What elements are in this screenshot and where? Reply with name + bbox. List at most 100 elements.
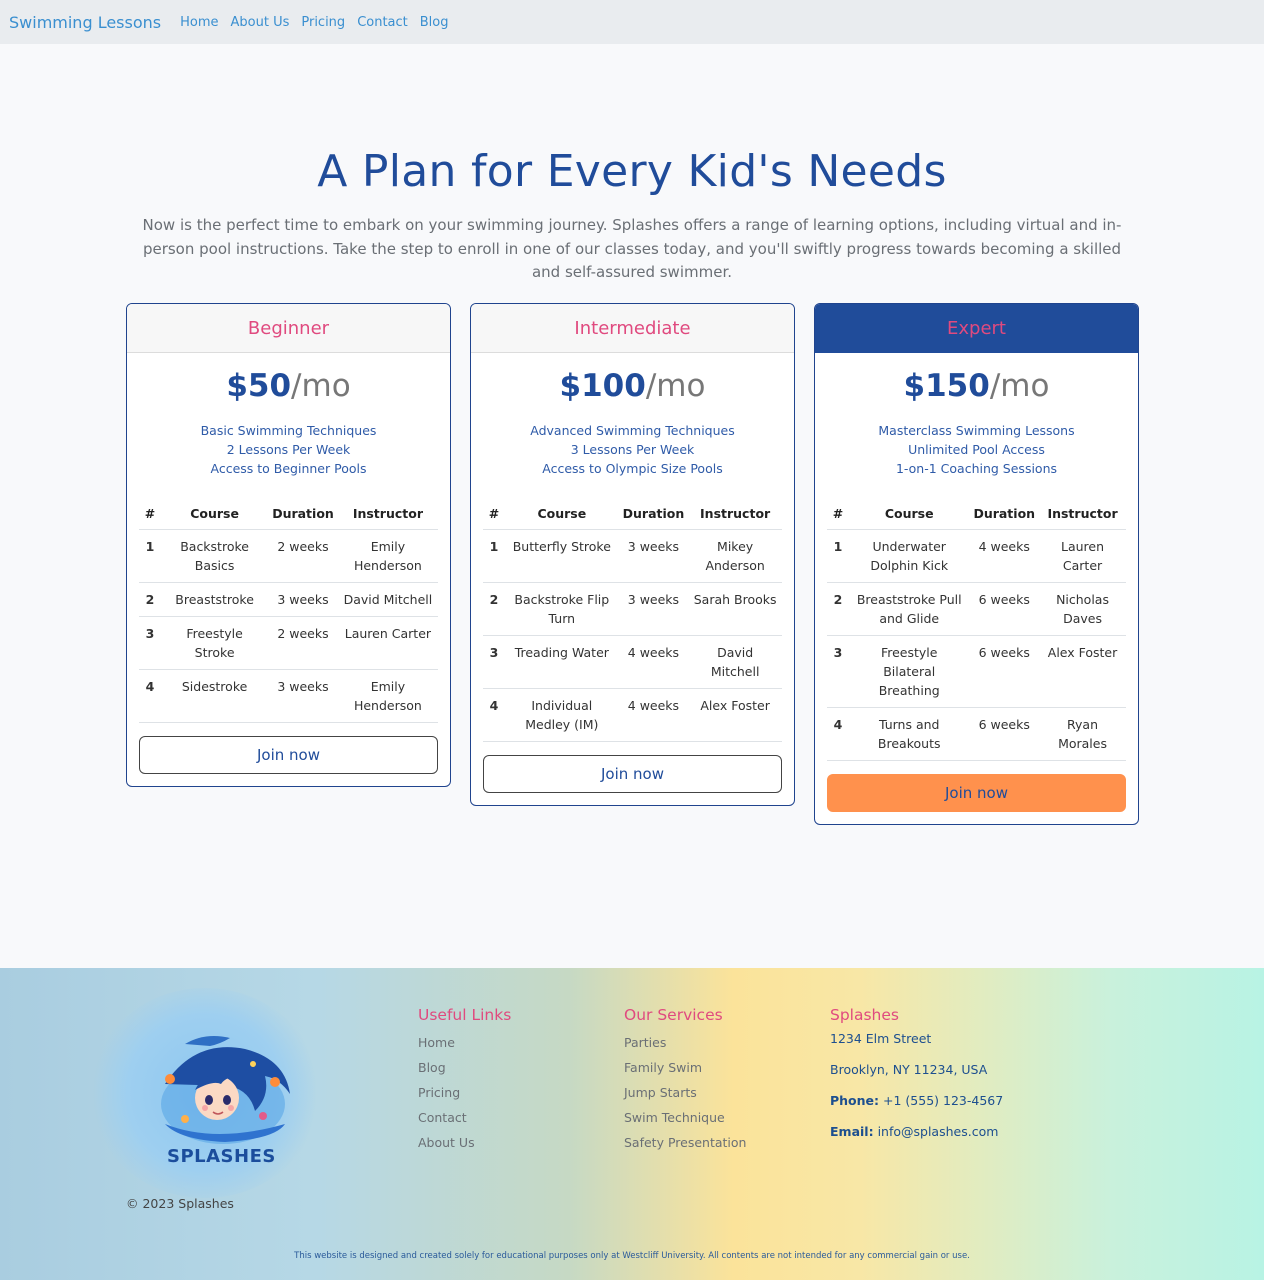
pricing-plans: Beginner $50/mo Basic Swimming Technique…	[126, 303, 1139, 825]
cell: Sidestroke	[161, 669, 269, 723]
cell: 3	[139, 616, 161, 670]
feature-item: Masterclass Swimming Lessons	[878, 423, 1075, 438]
cell: Treading Water	[505, 635, 619, 689]
nav-link-contact[interactable]: Contact	[357, 15, 408, 30]
cell: Backstroke Flip Turn	[505, 582, 619, 636]
footer-link-about[interactable]: About Us	[418, 1130, 511, 1155]
cell: Mikey Anderson	[688, 529, 782, 583]
table-row: 1 Backstroke Basics 2 weeks Emily Henderson	[139, 529, 438, 583]
cell: 3	[483, 635, 505, 689]
footer-service-parties[interactable]: Parties	[624, 1030, 746, 1055]
cell: 1	[827, 529, 849, 583]
plan-features: Basic Swimming Techniques 2 Lessons Per …	[139, 421, 438, 478]
course-table: # Course Duration Instructor 1 Butterfly …	[483, 500, 782, 742]
plan-features: Advanced Swimming Techniques 3 Lessons P…	[483, 421, 782, 478]
table-row: 4 Individual Medley (IM) 4 weeks Alex Foste…	[483, 688, 782, 742]
table-row: 2 Breaststroke Pull and Glide 6 weeks Nicho…	[827, 582, 1126, 636]
cell: 4 weeks	[618, 635, 689, 689]
cell: Alex Foster	[688, 688, 782, 742]
cell: 3 weeks	[618, 529, 689, 583]
join-now-button[interactable]: Join now	[483, 755, 782, 793]
cell: 2	[827, 582, 849, 636]
price-amount: $150	[903, 368, 990, 404]
column-header: #	[827, 500, 849, 530]
cell: Lauren Carter	[1039, 529, 1126, 583]
nav-link-home[interactable]: Home	[180, 15, 218, 30]
footer-service-family-swim[interactable]: Family Swim	[624, 1055, 746, 1080]
footer-service-jump-starts[interactable]: Jump Starts	[624, 1080, 746, 1105]
phone-label: Phone:	[830, 1093, 880, 1108]
cell: 3	[827, 635, 849, 708]
cell: Emily Henderson	[337, 669, 438, 723]
email-line: Email: info@splashes.com	[830, 1123, 1003, 1141]
feature-item: Advanced Swimming Techniques	[530, 423, 735, 438]
course-table: # Course Duration Instructor 1 Backstroke…	[139, 500, 438, 723]
cell: 2	[483, 582, 505, 636]
join-now-button[interactable]: Join now	[827, 774, 1126, 812]
footer-service-swim-technique[interactable]: Swim Technique	[624, 1105, 746, 1130]
cell: 1	[483, 529, 505, 583]
nav-link-blog[interactable]: Blog	[420, 15, 449, 30]
feature-item: Unlimited Pool Access	[908, 442, 1045, 457]
price-amount: $100	[559, 368, 646, 404]
cell: 3 weeks	[268, 669, 338, 723]
hero-section: A Plan for Every Kid's Needs Now is the …	[0, 44, 1264, 285]
phone-number[interactable]: +1 (555) 123-4567	[883, 1093, 1003, 1108]
cell: Nicholas Daves	[1039, 582, 1126, 636]
cell: 4 weeks	[618, 688, 689, 742]
cell: Ryan Morales	[1039, 707, 1126, 761]
footer-service-safety[interactable]: Safety Presentation	[624, 1130, 746, 1155]
feature-item: 2 Lessons Per Week	[226, 442, 351, 457]
table-row: 2 Backstroke Flip Turn 3 weeks Sarah Brooks	[483, 582, 782, 636]
price-period: /mo	[645, 368, 706, 404]
cell: Underwater Dolphin Kick	[849, 529, 970, 583]
column-header: #	[139, 500, 161, 530]
cell: 2 weeks	[268, 529, 338, 583]
cell: Freestyle Bilateral Breathing	[849, 635, 970, 708]
price-period: /mo	[989, 368, 1050, 404]
footer-link-pricing[interactable]: Pricing	[418, 1080, 511, 1105]
price-period: /mo	[291, 368, 351, 404]
cell: Alex Foster	[1039, 635, 1126, 708]
cell: 3 weeks	[618, 582, 689, 636]
join-now-button[interactable]: Join now	[139, 736, 438, 774]
column-header: Course	[505, 500, 619, 530]
feature-item: Access to Beginner Pools	[210, 461, 367, 476]
cell: 4	[139, 669, 161, 723]
footer-heading: Our Services	[624, 1006, 723, 1024]
column-header: Course	[161, 500, 269, 530]
logo-text: SPLASHES	[167, 1146, 276, 1167]
address-street: 1234 Elm Street	[830, 1031, 932, 1046]
table-row: 1 Butterfly Stroke 3 weeks Mikey Anderson	[483, 529, 782, 583]
column-header: Duration	[268, 500, 338, 530]
table-row: 3 Freestyle Bilateral Breathing 6 weeks Ale…	[827, 635, 1126, 708]
plan-name: Intermediate	[471, 304, 794, 353]
column-header: Course	[849, 500, 970, 530]
cell: Freestyle Stroke	[161, 616, 269, 670]
cell: 2 weeks	[268, 616, 338, 670]
table-row: 2 Breaststroke 3 weeks David Mitchell	[139, 582, 438, 617]
phone-line: Phone: +1 (555) 123-4567	[830, 1092, 1003, 1110]
footer-contact: Splashes 1234 Elm Street Brooklyn, NY 11…	[830, 1006, 1003, 1154]
disclaimer-text: This website is designed and created sol…	[294, 1251, 970, 1261]
feature-item: 3 Lessons Per Week	[570, 442, 695, 457]
nav-link-pricing[interactable]: Pricing	[301, 15, 345, 30]
nav-link-about[interactable]: About Us	[231, 15, 290, 30]
footer-link-contact[interactable]: Contact	[418, 1105, 511, 1130]
course-table: # Course Duration Instructor 1 Underwater…	[827, 500, 1126, 761]
footer-link-blog[interactable]: Blog	[418, 1055, 511, 1080]
email-address[interactable]: info@splashes.com	[878, 1124, 999, 1139]
plan-card-expert: Expert $150/mo Masterclass Swimming Less…	[814, 303, 1139, 825]
plan-name: Expert	[815, 304, 1138, 353]
cell: Backstroke Basics	[161, 529, 269, 583]
feature-item: 1-on-1 Coaching Sessions	[895, 461, 1058, 476]
footer-link-home[interactable]: Home	[418, 1030, 511, 1055]
footer-services: Our Services Parties Family Swim Jump St…	[624, 1006, 746, 1155]
cell: Breaststroke	[161, 582, 269, 617]
column-header: Duration	[969, 500, 1040, 530]
column-header: #	[483, 500, 505, 530]
brand-link[interactable]: Swimming Lessons	[9, 13, 161, 32]
navbar: Swimming Lessons Home About Us Pricing C…	[0, 0, 1264, 44]
copyright-text: © 2023 Splashes	[126, 1196, 234, 1211]
cell: 4	[827, 707, 849, 761]
